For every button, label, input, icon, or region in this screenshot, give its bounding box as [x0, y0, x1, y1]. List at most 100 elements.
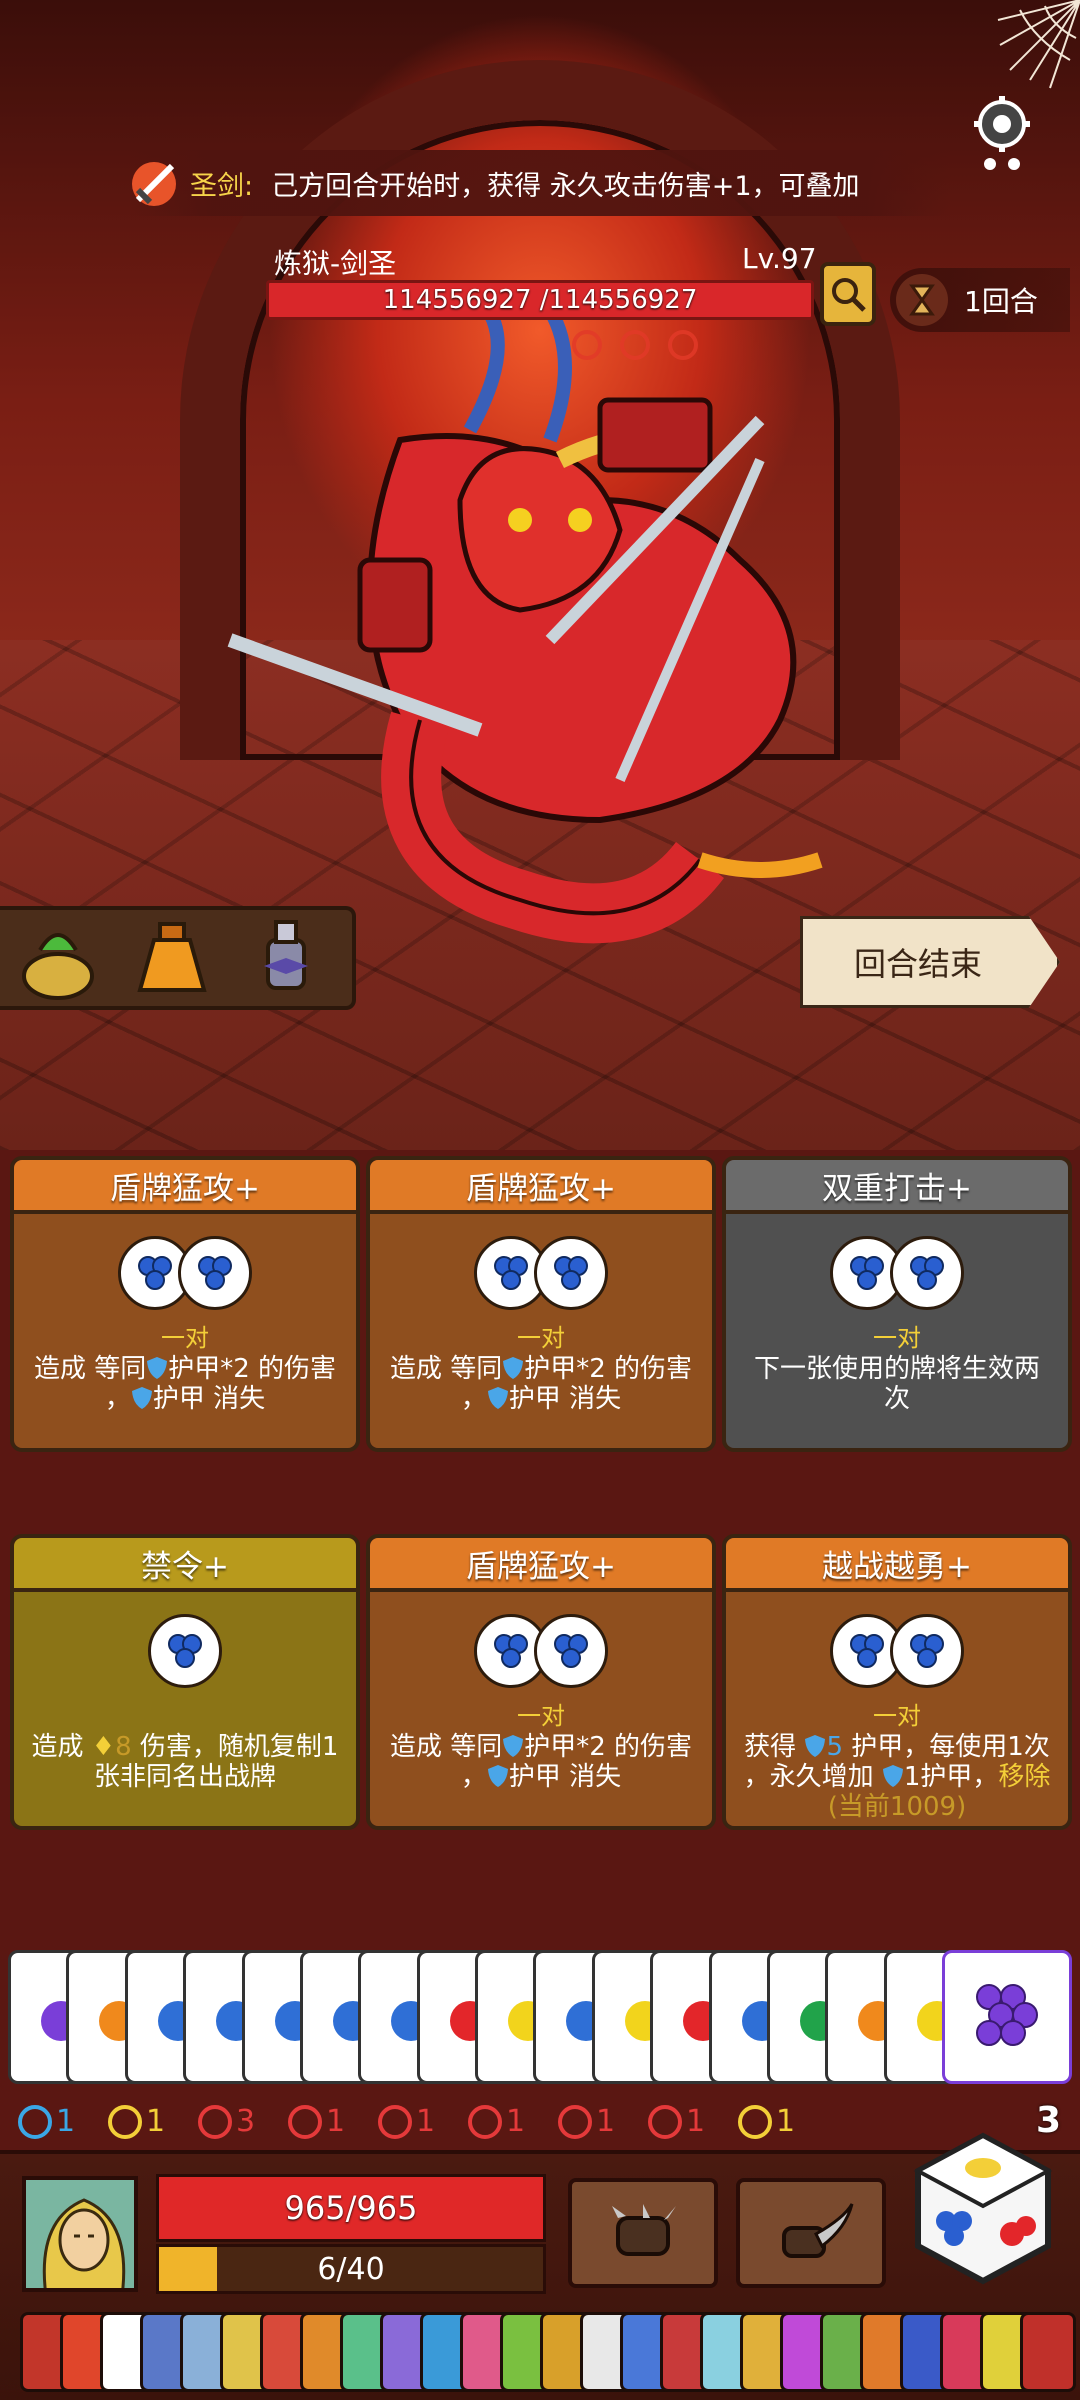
- armor-value: 5: [826, 1732, 843, 1762]
- diamond-icon: ♦: [91, 1732, 116, 1762]
- skill-card-3[interactable]: 双重打击+ 一对 下一张使用的牌将生效两 次: [722, 1156, 1072, 1452]
- hourglass-icon: [896, 274, 948, 326]
- status-burst[interactable]: 1: [738, 2104, 814, 2139]
- desc-text: 获得: [744, 1732, 797, 1762]
- armor-icon: [131, 1387, 152, 1409]
- current-value: (当前1009): [827, 1792, 967, 1822]
- orange-pot-relic-icon[interactable]: [124, 910, 220, 1006]
- swirl-icon: [18, 2104, 52, 2139]
- card-title: 盾牌猛攻+: [370, 1160, 712, 1214]
- relic-bar: [0, 906, 356, 1010]
- dice-slots: [118, 1236, 252, 1310]
- bow-bottle-relic-icon[interactable]: [238, 910, 334, 1006]
- player-energy-text: 6/40: [317, 2251, 385, 2287]
- end-turn-button[interactable]: 回合结束: [800, 916, 1060, 1008]
- dice-slots: [474, 1614, 608, 1688]
- round-label: 1回合: [964, 285, 1038, 318]
- card-title: 禁令+: [14, 1538, 356, 1592]
- dice-slot[interactable]: [178, 1236, 252, 1310]
- boss-status-blade-icon: [620, 330, 650, 360]
- status-blade[interactable]: 1: [648, 2104, 724, 2139]
- status-spiral[interactable]: 1: [558, 2104, 634, 2139]
- hero-portrait-icon: [26, 2180, 134, 2288]
- desc-text: 张非同名出战牌: [93, 1762, 276, 1792]
- equipment-slot-1[interactable]: [568, 2178, 718, 2288]
- target-icon: [288, 2104, 322, 2139]
- player-hp-bar: 965/965: [156, 2174, 546, 2242]
- status-value: 1: [776, 2104, 796, 2139]
- sword-shield-icon: [378, 2104, 412, 2139]
- player-avatar[interactable]: [22, 2176, 138, 2292]
- desc-text: 造成: [31, 1732, 84, 1762]
- inspect-button[interactable]: [820, 262, 876, 326]
- armor-icon: [882, 1765, 903, 1787]
- blade-gauntlet-icon: [782, 2203, 854, 2258]
- deck-strip: [20, 2310, 1076, 2394]
- desc-text: 造成 等同: [389, 1354, 503, 1384]
- status-swirl[interactable]: 1: [18, 2104, 94, 2139]
- dice-slots: [830, 1236, 964, 1310]
- skill-card-5[interactable]: 盾牌猛攻+ 一对 造成 等同 护甲*2 的伤害 ， 护甲 消失: [366, 1534, 716, 1830]
- status-value: 1: [146, 2104, 166, 2139]
- grape-dice-icon: [138, 1256, 172, 1290]
- desc-text: 伤害，随机复制1: [139, 1732, 339, 1762]
- hand-card-selected[interactable]: [942, 1950, 1072, 2084]
- desc-text: ，: [460, 1762, 487, 1792]
- cobweb-icon: [997, 0, 1080, 89]
- dice-slot[interactable]: [534, 1236, 608, 1310]
- status-sword-shield[interactable]: 1: [378, 2104, 454, 2139]
- status-value: 1: [686, 2104, 706, 2139]
- card-description: 造成 ♦8 伤害，随机复制1 张非同名出战牌: [24, 1732, 346, 1792]
- status-claw[interactable]: 1: [468, 2104, 544, 2139]
- desc-text: ，永久增加: [743, 1762, 874, 1792]
- status-heart[interactable]: 3: [198, 2104, 274, 2139]
- armor-icon: [487, 1387, 508, 1409]
- damage-value: 8: [115, 1732, 132, 1762]
- player-status-row: 1 1 3 1 1 1 1 1 1: [18, 2104, 814, 2139]
- dice-slot[interactable]: [890, 1614, 964, 1688]
- equipment-slot-2[interactable]: [736, 2178, 886, 2288]
- status-value: 1: [326, 2104, 346, 2139]
- status-value: 1: [56, 2104, 76, 2139]
- armor-icon: [805, 1735, 826, 1757]
- desc-text: 造成 等同: [33, 1354, 147, 1384]
- card-title: 越战越勇+: [726, 1538, 1068, 1592]
- dragon-boss[interactable]: [220, 300, 860, 980]
- settings-gear-icon[interactable]: [972, 94, 1032, 174]
- spiked-fist-icon: [612, 2204, 676, 2256]
- card-description: 下一张使用的牌将生效两 次: [736, 1354, 1058, 1414]
- pair-label: 一对: [517, 1324, 565, 1352]
- energy-fill: [159, 2247, 217, 2291]
- skill-card-4[interactable]: 禁令+ 造成 ♦8 伤害，随机复制1 张非同名出战牌: [10, 1534, 360, 1830]
- grape-dice-icon: [494, 1634, 528, 1668]
- status-target[interactable]: 1: [288, 2104, 364, 2139]
- green-bag-relic-icon[interactable]: [10, 910, 106, 1006]
- dice-slot[interactable]: [890, 1236, 964, 1310]
- armor-icon: [503, 1357, 524, 1379]
- grape-dice-icon: [910, 1256, 944, 1290]
- card-description: 造成 等同 护甲*2 的伤害 ， 护甲 消失: [380, 1354, 702, 1414]
- card-title: 盾牌猛攻+: [14, 1160, 356, 1214]
- remove-keyword: 移除: [998, 1762, 1051, 1792]
- desc-text: ，: [460, 1384, 487, 1414]
- dice-slot[interactable]: [148, 1614, 222, 1688]
- spiral-icon: [558, 2104, 592, 2139]
- roll-dice-button[interactable]: [908, 2126, 1058, 2296]
- desc-text: 1护甲，: [903, 1762, 999, 1792]
- skill-card-6[interactable]: 越战越勇+ 一对 获得 5 护甲，每使用1次 ，永久增加 1护甲，移除 (当前1…: [722, 1534, 1072, 1830]
- player-hp-text: 965/965: [284, 2189, 418, 2227]
- passive-banner: 圣剑: 己方回合开始时，获得 永久攻击伤害+1，可叠加: [130, 150, 950, 216]
- skill-card-2[interactable]: 盾牌猛攻+ 一对 造成 等同 护甲*2 的伤害 ， 护甲 消失: [366, 1156, 716, 1452]
- desc-text: 护甲*2 的伤害: [168, 1354, 337, 1384]
- dice-slot[interactable]: [534, 1614, 608, 1688]
- card-title: 双重打击+: [726, 1160, 1068, 1214]
- collection-card[interactable]: [1020, 2312, 1076, 2392]
- status-shield[interactable]: 1: [108, 2104, 184, 2139]
- desc-text: 护甲*2 的伤害: [524, 1732, 693, 1762]
- claw-icon: [468, 2104, 502, 2139]
- status-value: 3: [236, 2104, 256, 2139]
- grape-dice-icon: [910, 1634, 944, 1668]
- skill-card-1[interactable]: 盾牌猛攻+ 一对 造成 等同 护甲*2 的伤害 ， 护甲 消失: [10, 1156, 360, 1452]
- grape-dice-icon: [850, 1634, 884, 1668]
- end-turn-label: 回合结束: [853, 945, 982, 983]
